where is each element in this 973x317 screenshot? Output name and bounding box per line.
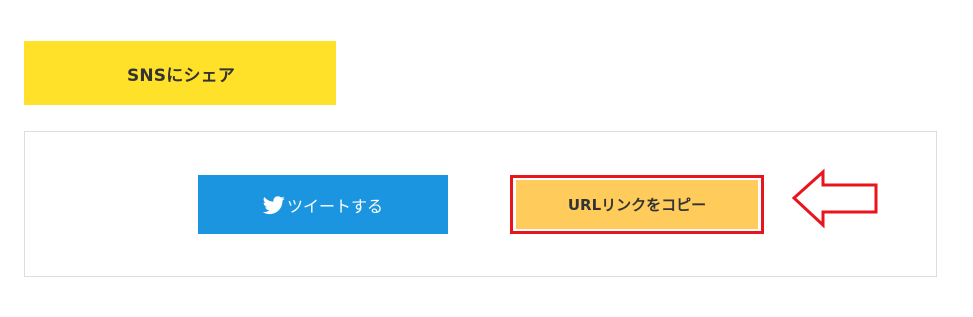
copy-url-button-label: URLリンクをコピー — [567, 196, 707, 214]
sns-share-heading: SNSにシェア — [24, 41, 336, 105]
left-arrow-outline-icon — [791, 168, 878, 229]
tweet-button[interactable]: ツイートする — [198, 175, 448, 234]
copy-url-button[interactable]: URLリンクをコピー — [516, 180, 758, 229]
sns-share-heading-label: SNSにシェア — [126, 65, 236, 86]
twitter-bird-icon — [262, 194, 285, 216]
tweet-button-label: ツイートする — [286, 196, 383, 216]
